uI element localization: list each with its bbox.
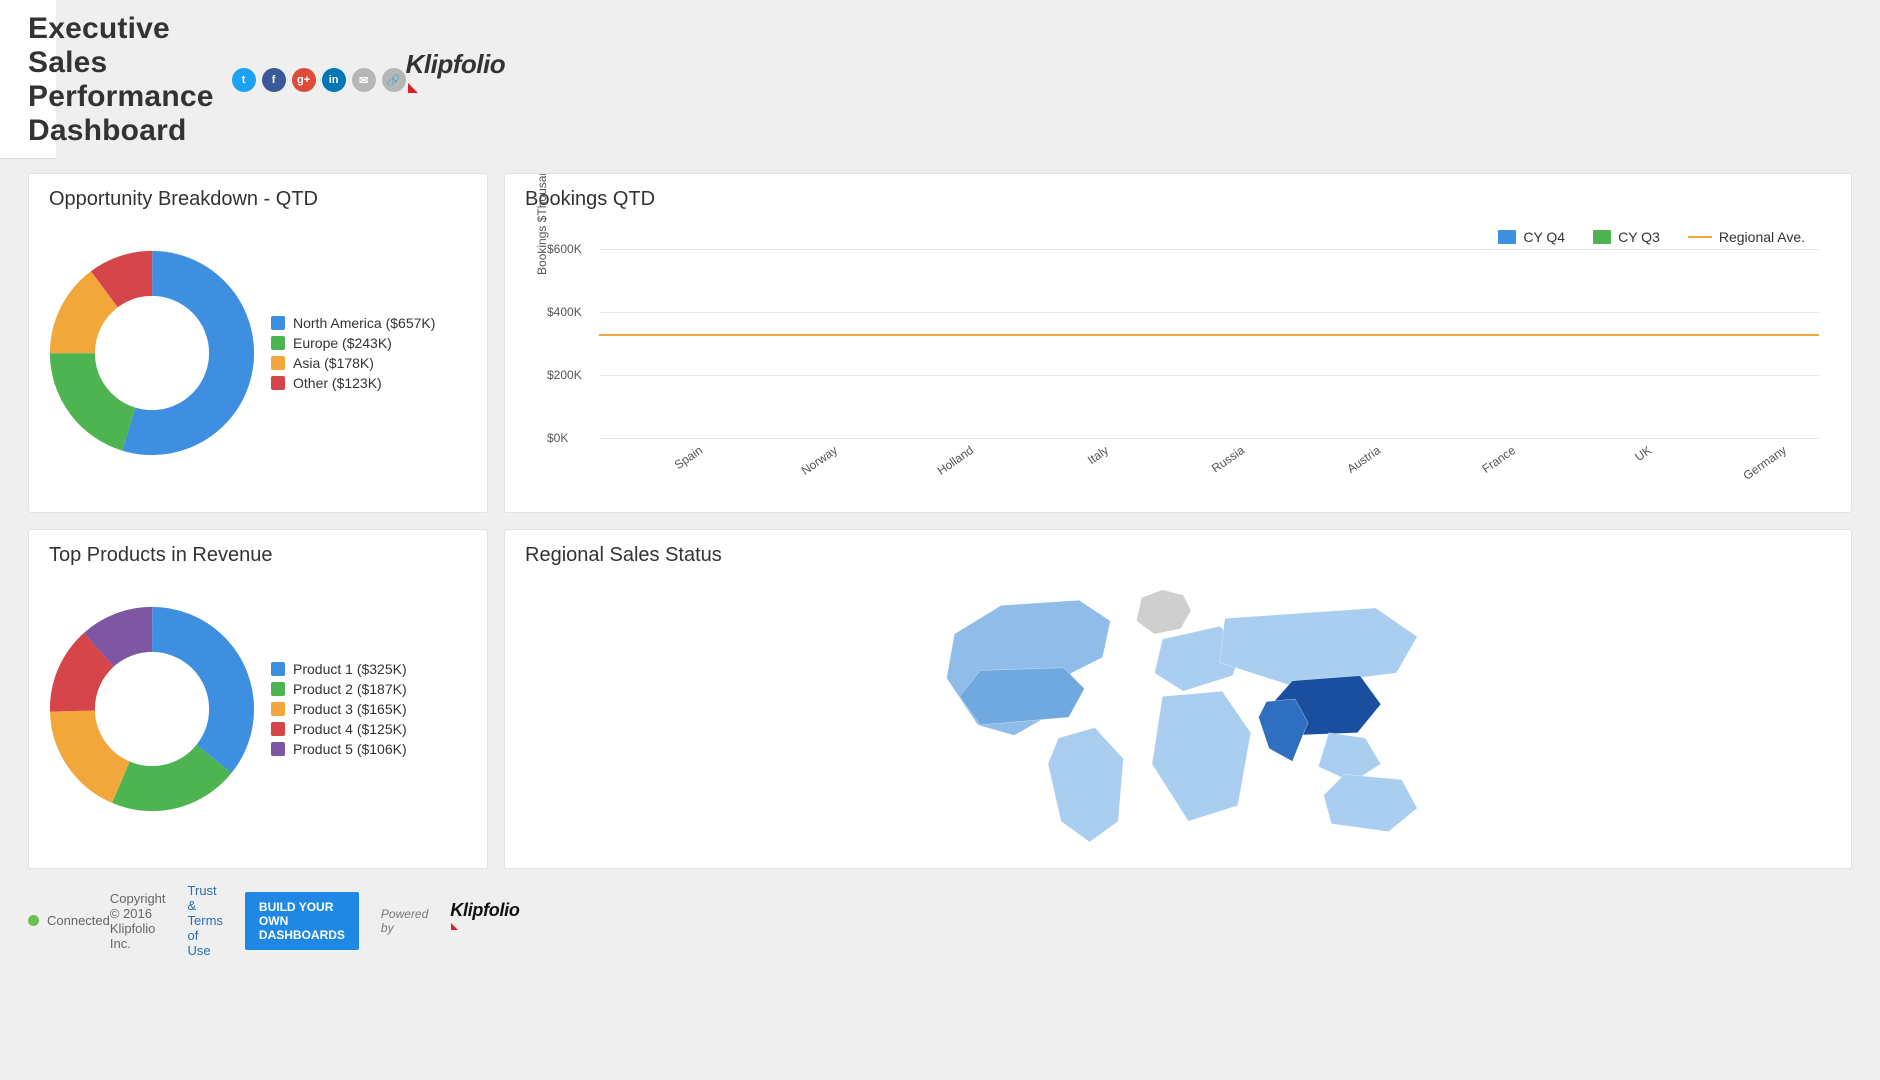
copyright-text: Copyright © 2016 Klipfolio Inc. — [110, 891, 166, 951]
bookings-bar-chart: Bookings $Thousands (K) $0K$200K$400K$60… — [599, 249, 1819, 439]
legend-label: Asia ($178K) — [293, 355, 374, 371]
legend-swatch — [271, 702, 285, 716]
status-dot-icon — [28, 915, 39, 926]
footer-bar: Connected Copyright © 2016 Klipfolio Inc… — [0, 875, 56, 968]
region-africa — [1152, 691, 1251, 821]
legend-label: North America ($657K) — [293, 315, 435, 331]
legend-swatch — [271, 742, 285, 756]
legend-cy-q3: CY Q3 — [1618, 229, 1660, 245]
legend-label: Product 1 ($325K) — [293, 661, 407, 677]
build-dashboards-button[interactable]: BUILD YOUR OWN DASHBOARDS — [245, 892, 359, 950]
x-tick-label: Austria — [1325, 443, 1382, 489]
legend-label: Other ($123K) — [293, 375, 382, 391]
bookings-legend: CY Q4 CY Q3 Regional Ave. — [527, 229, 1805, 245]
y-tick-label: $200K — [547, 368, 582, 382]
opportunity-donut-chart — [47, 248, 257, 458]
legend-swatch — [271, 376, 285, 390]
region-south-america — [1048, 728, 1123, 842]
x-tick-label: Italy — [1054, 443, 1111, 489]
x-tick-label: Spain — [648, 443, 705, 489]
powered-by-label: Powered by — [381, 907, 428, 935]
connection-status: Connected — [28, 913, 110, 928]
panel-title: Bookings QTD — [525, 188, 1833, 211]
legend-item: Product 5 ($106K) — [271, 741, 407, 757]
logo-triangle-icon — [451, 923, 458, 930]
products-donut-chart — [47, 604, 257, 814]
terms-link[interactable]: Trust & Terms of Use — [188, 883, 223, 958]
logo-triangle-icon — [408, 83, 418, 93]
x-tick-label: Russia — [1190, 443, 1247, 489]
page-title: Executive Sales Performance Dashboard — [28, 12, 214, 148]
share-icons: t f g+ in ✉ 🔗 — [232, 68, 406, 92]
google-plus-icon[interactable]: g+ — [292, 68, 316, 92]
grid-line: $0K — [599, 438, 1819, 439]
y-tick-label: $600K — [547, 242, 582, 256]
panel-title: Top Products in Revenue — [49, 544, 469, 567]
legend-item: Product 3 ($165K) — [271, 701, 407, 717]
legend-swatch — [271, 336, 285, 350]
panel-title: Regional Sales Status — [525, 544, 1833, 567]
brand-logo: Klipfolio — [406, 49, 505, 111]
linkedin-icon[interactable]: in — [322, 68, 346, 92]
legend-swatch — [271, 356, 285, 370]
panel-regional-sales: Regional Sales Status — [504, 529, 1852, 869]
x-tick-label: France — [1461, 443, 1518, 489]
legend-item: Other ($123K) — [271, 375, 435, 391]
legend-item: North America ($657K) — [271, 315, 435, 331]
legend-item: Product 1 ($325K) — [271, 661, 407, 677]
donut-slice — [72, 273, 231, 432]
legend-swatch — [271, 682, 285, 696]
y-axis-label: Bookings $Thousands (K) — [535, 173, 549, 274]
y-tick-label: $0K — [547, 431, 568, 445]
status-label: Connected — [47, 913, 110, 928]
twitter-icon[interactable]: t — [232, 68, 256, 92]
legend-label: Product 5 ($106K) — [293, 741, 407, 757]
legend-label: Europe ($243K) — [293, 335, 392, 351]
facebook-icon[interactable]: f — [262, 68, 286, 92]
legend-item: Europe ($243K) — [271, 335, 435, 351]
legend-swatch — [271, 316, 285, 330]
bookings-x-axis: SpainNorwayHollandItalyRussiaAustriaFran… — [599, 443, 1819, 457]
x-tick-label: Holland — [919, 443, 976, 489]
legend-regional-ave: Regional Ave. — [1719, 229, 1805, 245]
link-icon[interactable]: 🔗 — [382, 68, 406, 92]
panel-opportunity-breakdown: Opportunity Breakdown - QTD North Americ… — [28, 173, 488, 513]
x-tick-label: Norway — [783, 443, 840, 489]
region-greenland — [1136, 590, 1191, 634]
donut-slice — [72, 629, 231, 788]
panel-title: Opportunity Breakdown - QTD — [49, 188, 469, 211]
panel-top-products: Top Products in Revenue Product 1 ($325K… — [28, 529, 488, 869]
panel-bookings-qtd: Bookings QTD CY Q4 CY Q3 Regional Ave. B… — [504, 173, 1852, 513]
x-tick-label: Germany — [1732, 443, 1789, 489]
legend-label: Product 3 ($165K) — [293, 701, 407, 717]
region-usa — [960, 668, 1085, 725]
world-map — [768, 582, 1588, 842]
legend-item: Asia ($178K) — [271, 355, 435, 371]
email-icon[interactable]: ✉ — [352, 68, 376, 92]
x-tick-label: UK — [1596, 443, 1653, 489]
legend-swatch — [271, 662, 285, 676]
legend-item: Product 4 ($125K) — [271, 721, 407, 737]
y-tick-label: $400K — [547, 305, 582, 319]
legend-item: Product 2 ($187K) — [271, 681, 407, 697]
legend-label: Product 4 ($125K) — [293, 721, 407, 737]
opportunity-legend: North America ($657K) Europe ($243K) Asia … — [271, 311, 435, 395]
header-bar: Executive Sales Performance Dashboard t … — [0, 0, 56, 159]
region-russia — [1220, 608, 1418, 686]
legend-swatch — [271, 722, 285, 736]
products-legend: Product 1 ($325K) Product 2 ($187K) Produc… — [271, 657, 407, 761]
legend-cy-q4: CY Q4 — [1523, 229, 1565, 245]
legend-label: Product 2 ($187K) — [293, 681, 407, 697]
region-australia — [1324, 774, 1418, 831]
footer-logo: Klipfolio — [450, 900, 519, 942]
